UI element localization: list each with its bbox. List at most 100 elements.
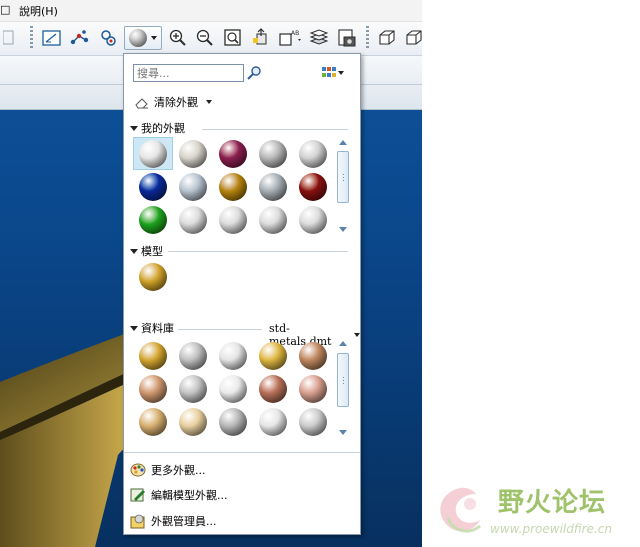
my-appearance-swatch[interactable]	[253, 203, 293, 236]
library-appearance-swatch[interactable]	[133, 405, 173, 438]
material-sphere-icon	[259, 374, 287, 403]
svg-text:AB: AB	[291, 30, 299, 37]
library-appearance-swatch[interactable]	[173, 405, 213, 438]
layers-icon[interactable]	[307, 26, 331, 50]
chevron-down-icon	[206, 100, 212, 104]
model-appearances-header[interactable]: 模型	[130, 244, 163, 258]
material-sphere-icon	[259, 341, 287, 370]
toolbar-grip[interactable]	[30, 26, 33, 50]
my-appearance-swatch[interactable]	[253, 137, 293, 170]
my-appearance-swatch[interactable]	[213, 170, 253, 203]
zoom-in-icon[interactable]	[166, 26, 190, 50]
chevron-down-icon	[151, 36, 157, 40]
scroll-up-icon[interactable]	[339, 341, 347, 346]
scrollbar-thumb[interactable]	[337, 151, 349, 203]
copy-icon[interactable]	[0, 26, 24, 50]
my-appearance-swatch[interactable]	[293, 137, 333, 170]
saved-views-icon[interactable]: AB	[277, 26, 305, 50]
search-input[interactable]	[133, 64, 244, 82]
regenerate-icon[interactable]	[96, 26, 120, 50]
material-sphere-icon	[259, 205, 287, 234]
menu-item-help[interactable]: 說明(H)	[19, 3, 58, 19]
library-title: 資料庫	[141, 322, 174, 335]
material-sphere-icon	[299, 139, 327, 168]
my-appearance-swatch[interactable]	[173, 203, 213, 236]
my-appearance-swatch[interactable]	[173, 137, 213, 170]
my-appearance-swatch[interactable]	[133, 170, 173, 203]
more-appearances-link[interactable]: 更多外觀...	[130, 461, 206, 479]
watermark-url: www.proewildfire.cn	[490, 522, 612, 536]
edit-model-appearance-link[interactable]: 編輯模型外觀...	[130, 486, 228, 504]
reorient-icon[interactable]	[249, 26, 273, 50]
my-appearance-swatch[interactable]	[133, 203, 173, 236]
appearance-gallery-button[interactable]	[124, 26, 162, 50]
search-icon[interactable]	[246, 65, 262, 81]
view-options-button[interactable]	[322, 67, 348, 79]
chevron-down-icon	[354, 333, 360, 337]
wireframe-icon[interactable]	[375, 26, 399, 50]
clear-appearance-button[interactable]: 清除外觀	[134, 93, 212, 111]
library-appearance-swatch[interactable]	[133, 372, 173, 405]
material-sphere-icon	[179, 341, 207, 370]
my-appearance-swatch[interactable]	[213, 137, 253, 170]
library-appearance-swatch[interactable]	[293, 339, 333, 372]
edit-model-appearance-label: 編輯模型外觀...	[151, 489, 228, 502]
scroll-down-icon[interactable]	[339, 430, 347, 435]
material-sphere-icon	[219, 172, 247, 201]
my-appearance-swatch[interactable]	[293, 203, 333, 236]
toolbar-grip[interactable]	[366, 26, 369, 50]
library-appearance-swatch[interactable]	[213, 405, 253, 438]
scrollbar-thumb[interactable]	[337, 353, 349, 407]
edit-appearance-icon	[130, 487, 146, 503]
library-appearance-swatch[interactable]	[173, 372, 213, 405]
material-sphere-icon	[139, 262, 167, 291]
library-appearance-swatch[interactable]	[253, 405, 293, 438]
menu-item-truncated[interactable]: □	[0, 3, 10, 16]
material-sphere-icon	[259, 407, 287, 436]
library-appearance-swatch[interactable]	[253, 372, 293, 405]
collapse-triangle-icon	[130, 248, 138, 254]
library-grid	[133, 339, 333, 438]
library-appearance-swatch[interactable]	[293, 372, 333, 405]
my-appearances-header[interactable]: 我的外觀	[130, 121, 185, 135]
my-appearances-scrollbar[interactable]	[336, 138, 350, 234]
library-header[interactable]: 資料庫	[130, 321, 174, 335]
collapse-triangle-icon	[130, 325, 138, 331]
appearance-manager-link[interactable]: 外觀管理員...	[130, 512, 217, 530]
menu-bar: □ 說明(H)	[0, 0, 422, 22]
sketch-view-icon[interactable]	[40, 26, 64, 50]
thumbnail-view-icon	[322, 67, 336, 77]
library-appearance-swatch[interactable]	[213, 339, 253, 372]
scroll-up-icon[interactable]	[339, 140, 347, 145]
collapse-triangle-icon	[130, 125, 138, 131]
my-appearance-swatch[interactable]	[253, 170, 293, 203]
main-toolbar: AB	[0, 22, 422, 56]
material-sphere-icon	[299, 205, 327, 234]
library-appearance-swatch[interactable]	[253, 339, 293, 372]
my-appearance-swatch[interactable]	[173, 170, 213, 203]
library-appearance-swatch[interactable]	[293, 405, 333, 438]
material-sphere-icon	[219, 407, 247, 436]
my-appearance-swatch[interactable]	[213, 203, 253, 236]
section-divider	[168, 251, 348, 252]
spline-icon[interactable]	[68, 26, 92, 50]
zoom-out-icon[interactable]	[193, 26, 217, 50]
material-sphere-icon	[219, 341, 247, 370]
material-sphere-icon	[219, 139, 247, 168]
section-divider	[178, 329, 262, 330]
material-sphere-icon	[179, 139, 207, 168]
display-style-icon[interactable]	[335, 26, 359, 50]
material-sphere-icon	[179, 374, 207, 403]
model-appearance-swatch[interactable]	[133, 260, 173, 293]
hidden-line-icon[interactable]	[402, 26, 422, 50]
library-scrollbar[interactable]	[336, 339, 350, 439]
my-appearance-swatch[interactable]	[293, 170, 333, 203]
library-appearance-swatch[interactable]	[173, 339, 213, 372]
refit-icon[interactable]	[221, 26, 245, 50]
library-appearance-swatch[interactable]	[133, 339, 173, 372]
my-appearance-swatch[interactable]	[133, 137, 173, 170]
library-appearance-swatch[interactable]	[213, 372, 253, 405]
palette-icon	[130, 462, 146, 478]
scroll-down-icon[interactable]	[339, 227, 347, 232]
more-appearances-label: 更多外觀...	[151, 464, 206, 477]
